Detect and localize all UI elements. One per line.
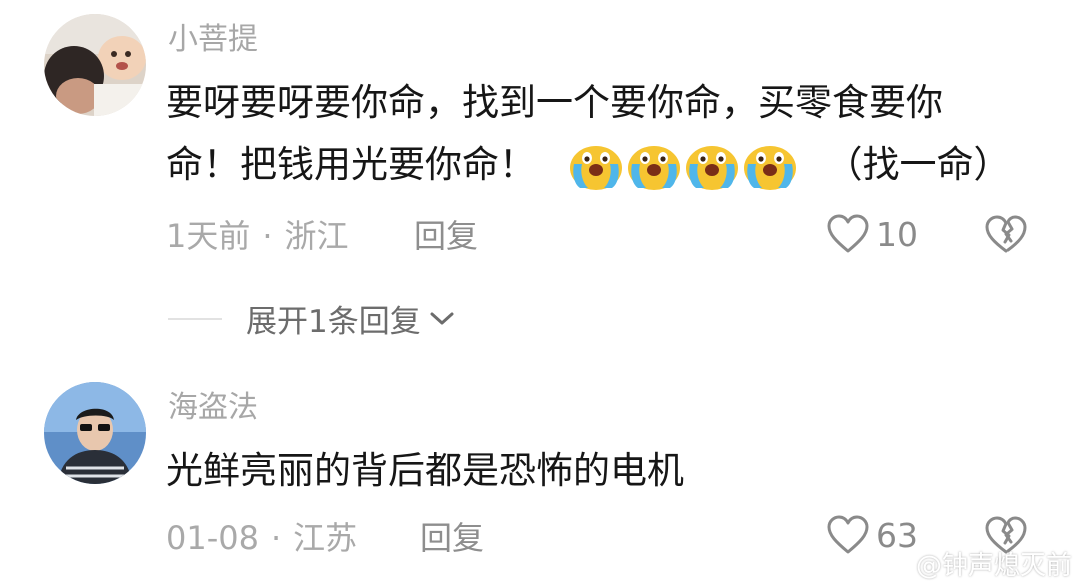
- expand-replies-button[interactable]: 展开1条回复: [168, 296, 457, 341]
- avatar-image: [44, 382, 146, 484]
- watermark: @钟声熄灭前: [878, 545, 1072, 582]
- comment-time: 1天前: [166, 217, 251, 255]
- comment-text-fragment: （找一命）: [825, 143, 1011, 186]
- comment-text: 光鲜亮丽的背后都是恐怖的电机: [166, 440, 684, 502]
- reply-button[interactable]: 回复: [414, 216, 478, 256]
- comment-meta: 1天前 · 浙江: [166, 216, 349, 256]
- comment-text-line: 命！把钱用光要你命！ （找一命）: [166, 134, 1011, 196]
- comment-item: 小菩提 要呀要呀要你命，找到一个要你命，买零食要你 命！把钱用光要你命！ （找一…: [0, 0, 1080, 290]
- watermark-text: @钟声熄灭前: [915, 551, 1072, 581]
- comment-text-line: 要呀要呀要你命，找到一个要你命，买零食要你: [166, 81, 943, 124]
- divider-line: [168, 317, 222, 320]
- weibo-logo-icon: [878, 552, 911, 577]
- comment-text-fragment: 命！把钱用光要你命！: [166, 143, 536, 186]
- like-count: 10: [876, 214, 918, 254]
- comment-text: 要呀要呀要你命，找到一个要你命，买零食要你 命！把钱用光要你命！ （找一命）: [166, 72, 1011, 196]
- avatar[interactable]: [44, 14, 146, 116]
- emoji-group: [568, 143, 800, 190]
- dislike-button[interactable]: [984, 215, 1028, 259]
- comment-text-line: 光鲜亮丽的背后都是恐怖的电机: [166, 449, 684, 492]
- broken-heart-icon: [985, 215, 1027, 253]
- chevron-down-icon: [430, 312, 454, 324]
- crying-emoji-icon: [627, 145, 680, 190]
- heart-outline-icon: [827, 214, 869, 253]
- crying-emoji-icon: [685, 145, 738, 190]
- comment-username[interactable]: 海盗法: [168, 390, 258, 426]
- crying-emoji-icon: [569, 145, 622, 190]
- comment-username[interactable]: 小菩提: [168, 22, 258, 58]
- comment-location: 浙江: [284, 217, 349, 255]
- separator-dot: ·: [262, 217, 273, 255]
- reply-button[interactable]: 回复: [420, 518, 484, 558]
- comment-location: 江苏: [293, 519, 358, 557]
- avatar[interactable]: [44, 382, 146, 484]
- heart-outline-icon: [827, 515, 869, 554]
- avatar-image: [44, 14, 146, 116]
- crying-emoji-icon: [743, 145, 796, 190]
- comment-time: 01-08: [166, 519, 259, 557]
- expand-replies-label: 展开1条回复: [246, 304, 421, 340]
- comment-meta: 01-08 · 江苏: [166, 518, 357, 558]
- separator-dot: ·: [270, 519, 282, 557]
- like-button[interactable]: 10: [826, 213, 918, 255]
